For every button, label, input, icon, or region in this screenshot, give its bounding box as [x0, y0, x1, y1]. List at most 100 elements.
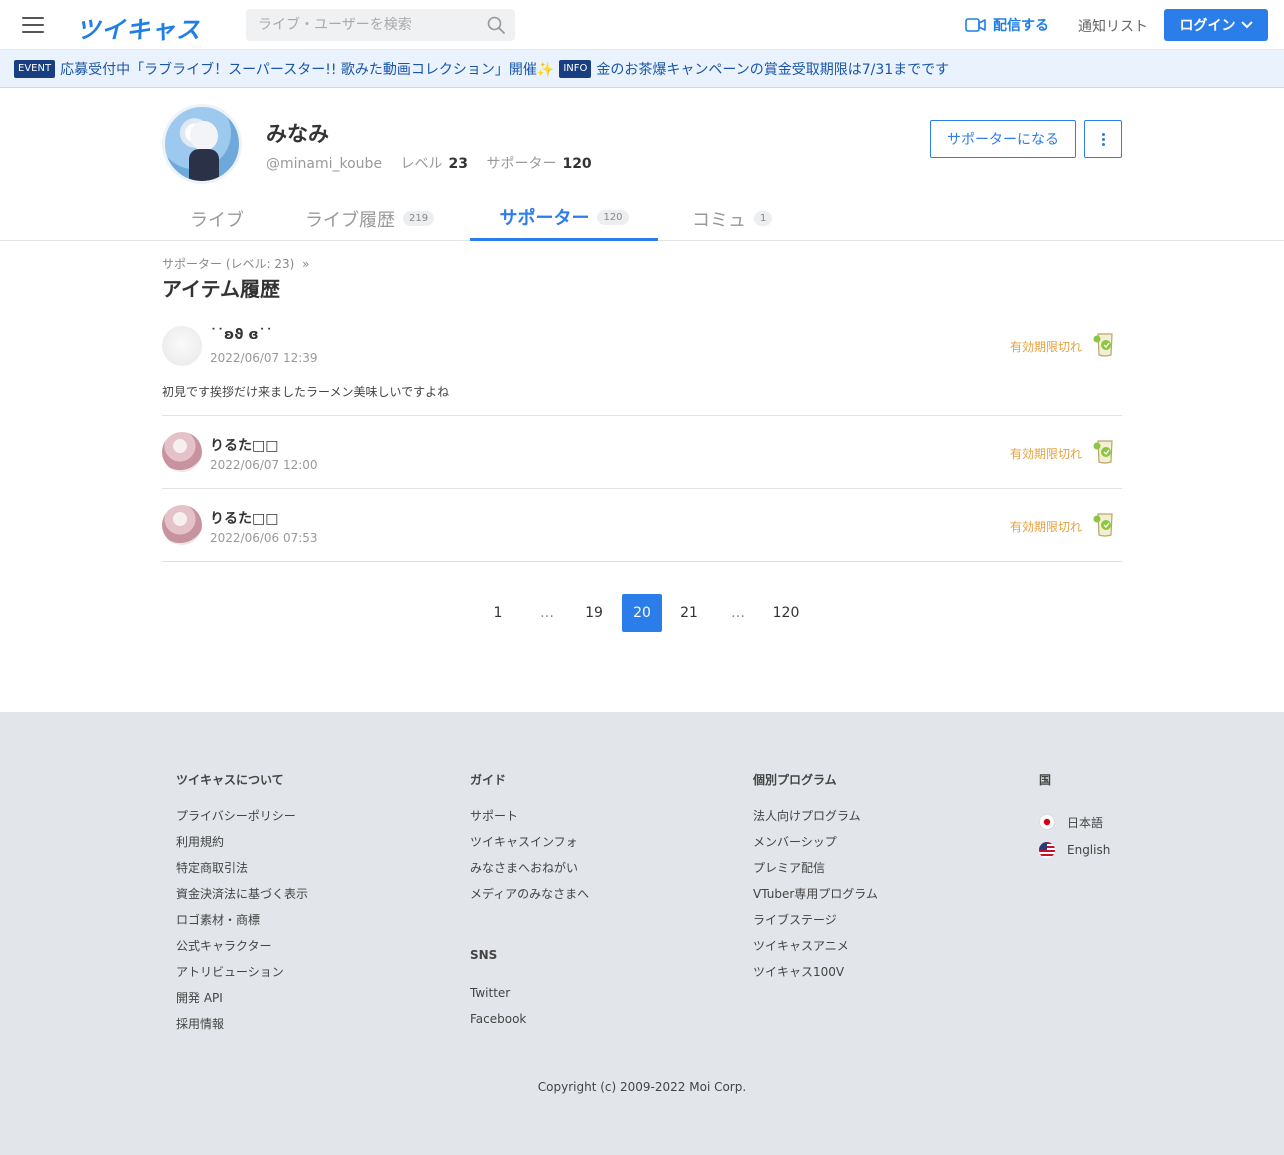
footer-link-twitter[interactable]: Twitter	[470, 985, 589, 1011]
item-status: 有効期限切れ	[1009, 447, 1082, 461]
level-value: 23	[448, 156, 468, 172]
tab-live-history[interactable]: ライブ履歴 219	[305, 196, 435, 241]
footer-link[interactable]: プレミア配信	[753, 860, 878, 886]
item-status: 有効期限切れ	[1009, 520, 1082, 534]
page-19-link[interactable]: 19	[574, 594, 614, 632]
footer-link[interactable]: 公式キャラクター	[176, 938, 308, 964]
item-date: 2022/06/06 07:53	[210, 531, 318, 545]
list-item: りるた□□ 2022/06/07 12:00 有効期限切れ	[162, 416, 1122, 489]
language-english[interactable]: English	[1039, 836, 1110, 864]
search-input[interactable]	[246, 9, 476, 41]
footer-link[interactable]: ツイキャスインフォ	[470, 834, 589, 860]
footer-program-column: 個別プログラム 法人向けプログラム メンバーシップ プレミア配信 VTuber専…	[753, 771, 878, 990]
hamburger-menu-icon[interactable]	[22, 15, 44, 35]
tab-count-badge: 120	[597, 209, 629, 225]
notification-list-link[interactable]: 通知リスト	[1078, 16, 1148, 36]
item-comment: 初見です挨拶だけ来ましたラーメン美味しいですよね	[162, 385, 450, 399]
item-status: 有効期限切れ	[1009, 340, 1082, 354]
page-title: アイテム履歴	[162, 277, 280, 301]
login-label: ログイン	[1179, 18, 1236, 34]
list-item: ˙˙ʚϑ ɞ˙˙ 2022/06/07 12:39 有効期限切れ 初見です挨拶だ…	[162, 318, 1122, 416]
search-icon[interactable]	[487, 16, 505, 34]
footer-link-facebook[interactable]: Facebook	[470, 1011, 589, 1037]
tab-label: コミュ	[692, 209, 746, 231]
page-ellipsis: …	[540, 605, 554, 621]
footer-link[interactable]: サポート	[470, 808, 589, 834]
footer-heading: ガイド	[470, 773, 507, 787]
footer-heading: SNS	[470, 948, 498, 962]
become-supporter-button[interactable]: サポーターになる	[930, 120, 1076, 158]
page-20-current[interactable]: 20	[622, 594, 662, 632]
us-flag-icon	[1039, 842, 1055, 858]
video-camera-icon	[965, 18, 986, 32]
profile-avatar[interactable]	[162, 104, 242, 184]
breadcrumb-text: サポーター (レベル: 23)	[162, 257, 295, 271]
language-japanese[interactable]: 日本語	[1039, 808, 1110, 836]
item-date: 2022/06/07 12:00	[210, 458, 318, 472]
tea-gift-icon	[1093, 440, 1113, 464]
japan-flag-icon	[1039, 814, 1055, 830]
profile-handle: @minami_koube	[266, 156, 383, 172]
tea-gift-icon	[1093, 333, 1113, 357]
item-username[interactable]: りるた□□	[210, 508, 278, 528]
top-header: ツイキャス 配信する 通知リスト ログイン	[0, 0, 1284, 50]
footer-link[interactable]: 資金決済法に基づく表示	[176, 886, 308, 912]
login-button[interactable]: ログイン	[1164, 9, 1268, 41]
page-120-link[interactable]: 120	[766, 594, 806, 632]
supporter-count-value: 120	[562, 156, 592, 172]
footer-guide-column: ガイド サポート ツイキャスインフォ みなさまへおねがい メディアのみなさまへ …	[470, 771, 589, 1037]
footer-link[interactable]: アトリビューション	[176, 964, 308, 990]
footer-heading: 個別プログラム	[753, 773, 837, 787]
broadcast-button[interactable]: 配信する	[965, 15, 1049, 35]
footer-link[interactable]: VTuber専用プログラム	[753, 886, 878, 912]
footer-link[interactable]: メディアのみなさまへ	[470, 886, 589, 912]
tea-gift-icon	[1093, 513, 1113, 537]
info-tag: INFO	[559, 59, 592, 78]
page-1-link[interactable]: 1	[478, 594, 518, 632]
page-ellipsis: …	[731, 605, 745, 621]
footer-link[interactable]: メンバーシップ	[753, 834, 878, 860]
site-logo[interactable]: ツイキャス	[76, 10, 201, 45]
footer-heading: ツイキャスについて	[176, 773, 284, 787]
tab-label: ライブ	[190, 209, 244, 231]
item-username[interactable]: りるた□□	[210, 435, 278, 455]
tab-count-badge: 219	[403, 211, 435, 226]
broadcast-label: 配信する	[993, 18, 1049, 34]
supporter-count-label: サポーター	[486, 156, 557, 172]
event-announcement-link[interactable]: 応募受付中「ラブライブ！スーパースター!! 歌みた動画コレクション」開催✨	[60, 59, 554, 79]
footer-link[interactable]: みなさまへおねがい	[470, 860, 589, 886]
breadcrumb-arrow: »	[302, 257, 310, 271]
footer-link[interactable]: ロゴ素材・商標	[176, 912, 308, 938]
site-footer: ツイキャスについて プライバシーポリシー 利用規約 特定商取引法 資金決済法に基…	[0, 712, 1284, 1155]
footer-link[interactable]: 法人向けプログラム	[753, 808, 878, 834]
profile-name: みなみ	[266, 122, 329, 146]
footer-link[interactable]: プライバシーポリシー	[176, 808, 308, 834]
footer-link[interactable]: 採用情報	[176, 1016, 308, 1042]
info-announcement-link[interactable]: 金のお茶爆キャンペーンの賞金受取期限は7/31までです	[596, 59, 949, 79]
page-21-link[interactable]: 21	[669, 594, 709, 632]
footer-link[interactable]: 開発 API	[176, 990, 308, 1016]
footer-link[interactable]: 利用規約	[176, 834, 308, 860]
user-avatar[interactable]	[162, 432, 202, 472]
footer-heading: 国	[1039, 773, 1052, 787]
item-username[interactable]: ˙˙ʚϑ ɞ˙˙	[210, 327, 273, 343]
announcement-bar: EVENT 応募受付中「ラブライブ！スーパースター!! 歌みた動画コレクション」…	[0, 50, 1284, 88]
tab-count-badge: 1	[754, 211, 773, 226]
language-label: English	[1067, 843, 1111, 857]
more-options-icon[interactable]	[1084, 120, 1122, 158]
footer-link[interactable]: ツイキャス100V	[753, 964, 878, 990]
tab-label: ライブ履歴	[305, 209, 395, 231]
chevron-down-icon	[1240, 21, 1253, 29]
tab-community[interactable]: コミュ 1	[692, 196, 773, 241]
profile-meta: @minami_koube レベル 23 サポーター 120	[266, 153, 592, 173]
tab-supporter[interactable]: サポーター 120	[470, 196, 658, 241]
footer-link[interactable]: 特定商取引法	[176, 860, 308, 886]
user-avatar[interactable]	[162, 505, 202, 545]
item-date: 2022/06/07 12:39	[210, 351, 318, 365]
copyright-text: Copyright (c) 2009-2022 Moi Corp.	[537, 1080, 747, 1094]
breadcrumb[interactable]: サポーター (レベル: 23) »	[162, 255, 309, 272]
user-avatar[interactable]	[162, 326, 202, 366]
footer-link[interactable]: ツイキャスアニメ	[753, 938, 878, 964]
tab-live[interactable]: ライブ	[190, 196, 244, 241]
footer-link[interactable]: ライブステージ	[753, 912, 878, 938]
